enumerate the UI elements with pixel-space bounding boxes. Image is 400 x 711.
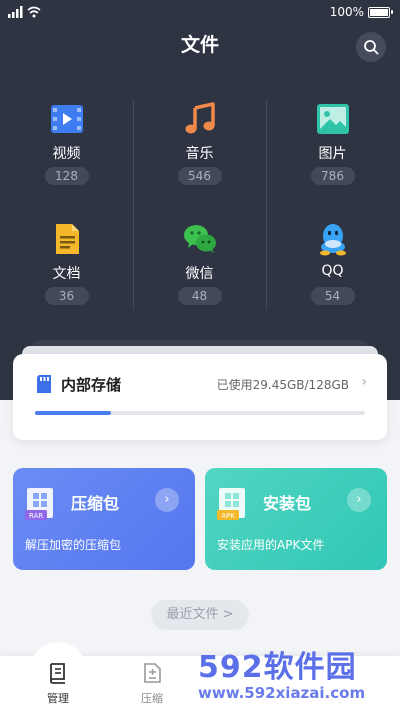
category-label: 视频	[52, 146, 81, 162]
category-count: 546	[177, 167, 222, 185]
zip-title: 压缩包	[71, 494, 120, 513]
category-music[interactable]: 音乐 546	[133, 90, 266, 205]
category-count: 54	[310, 287, 355, 305]
internal-storage-card[interactable]: 内部存储 已使用29.45GB/128GB ›	[13, 354, 387, 440]
chevron-right-icon: ›	[347, 488, 371, 512]
wechat-icon	[183, 222, 217, 256]
page-title: 文件	[180, 34, 219, 56]
archive-badge: RAR	[29, 512, 43, 520]
qq-icon	[316, 222, 350, 256]
recent-files-button[interactable]: 最近文件 >	[151, 600, 249, 630]
site-watermark: 592软件园 www.592xiazai.com	[194, 636, 394, 708]
zip-package-card[interactable]: RAR 压缩包 › 解压加密的压缩包	[13, 468, 195, 570]
storage-title: 内部存储	[61, 376, 122, 394]
category-count: 786	[310, 167, 355, 185]
status-bar: 100%	[0, 0, 400, 26]
archive-file-icon: RAR	[25, 484, 59, 522]
book-icon	[47, 662, 69, 684]
category-label: 音乐	[185, 146, 214, 162]
category-count: 128	[44, 167, 89, 185]
category-label: QQ	[321, 263, 344, 279]
tab-label: 压缩	[141, 692, 163, 705]
category-count: 36	[44, 287, 89, 305]
zip-description: 解压加密的压缩包	[25, 538, 122, 552]
signal-wifi-icon	[8, 6, 46, 21]
music-icon	[183, 102, 217, 136]
category-label: 文档	[52, 266, 81, 282]
category-count: 48	[177, 287, 222, 305]
tab-compress[interactable]: 压缩	[122, 656, 182, 711]
apk-package-card[interactable]: APK 安装包 › 安装应用的APK文件	[205, 468, 387, 570]
chevron-right-icon: ›	[361, 374, 367, 390]
category-qq[interactable]: QQ 54	[266, 210, 399, 325]
storage-used-text: 已使用29.45GB/128GB	[216, 378, 349, 392]
storage-progress-bar	[35, 411, 365, 415]
apk-description: 安装应用的APK文件	[217, 538, 325, 552]
category-image[interactable]: 图片 786	[266, 90, 399, 205]
tab-label: 管理	[47, 692, 69, 705]
category-label: 图片	[318, 146, 347, 162]
sd-card-icon	[35, 374, 53, 394]
storage-progress-fill	[35, 411, 111, 415]
watermark-brand: 592软件园	[198, 650, 357, 685]
search-button[interactable]	[356, 32, 386, 62]
battery-percent: 100%	[329, 5, 364, 19]
apk-title: 安装包	[263, 494, 312, 513]
chevron-right-icon: ›	[155, 488, 179, 512]
category-video[interactable]: 视频 128	[0, 90, 133, 205]
category-grid: 视频 128 音乐 546 图片 786 文档 36 微信 48 QQ 54	[0, 90, 400, 320]
video-icon	[50, 102, 84, 136]
apk-badge: APK	[221, 512, 235, 520]
category-document[interactable]: 文档 36	[0, 210, 133, 325]
battery-icon	[368, 7, 393, 18]
tab-manage[interactable]: 管理	[28, 642, 88, 711]
compress-file-icon	[141, 662, 163, 684]
document-icon	[50, 222, 84, 256]
watermark-url: www.592xiazai.com	[198, 684, 366, 702]
search-icon	[364, 40, 379, 55]
category-wechat[interactable]: 微信 48	[133, 210, 266, 325]
category-label: 微信	[185, 266, 214, 282]
image-icon	[316, 102, 350, 136]
apk-file-icon: APK	[217, 484, 251, 522]
